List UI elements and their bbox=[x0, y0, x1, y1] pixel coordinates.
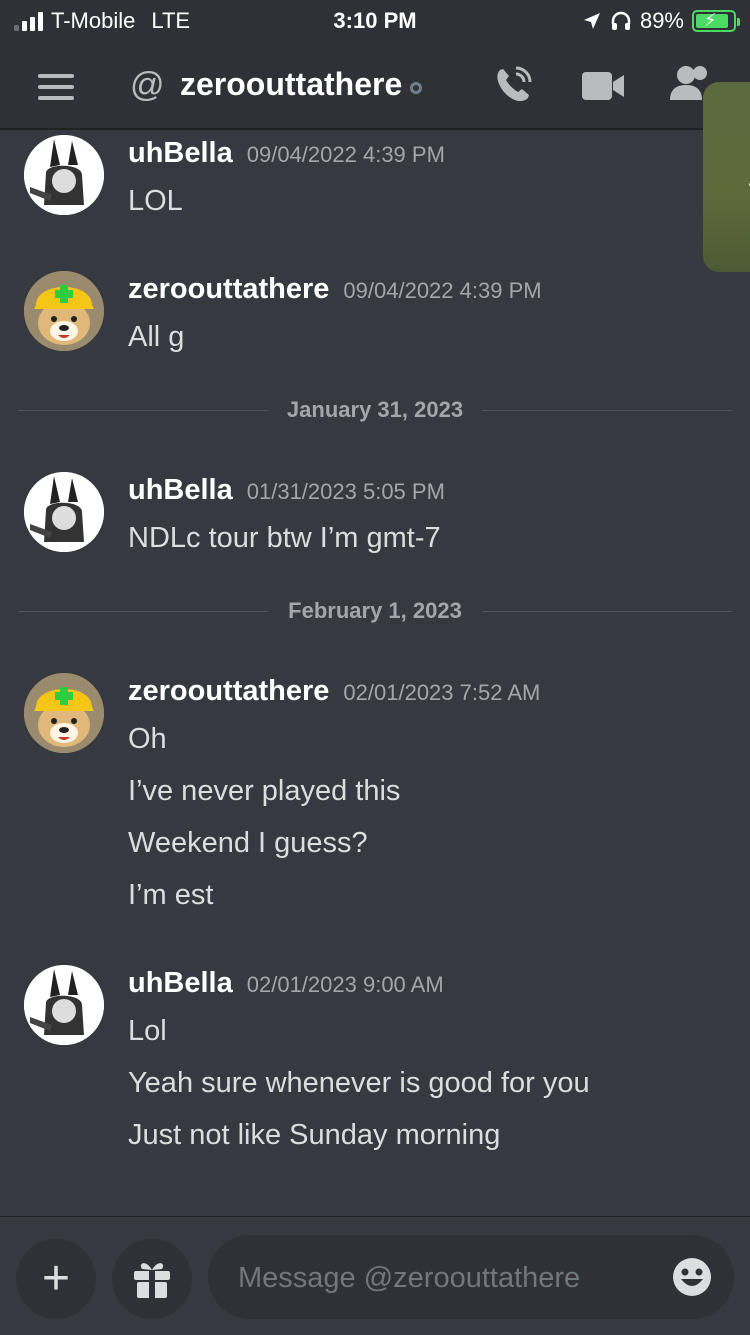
avatar[interactable] bbox=[24, 271, 104, 351]
message-author[interactable]: uhBella 02/01/2023 9:00 AM bbox=[128, 967, 444, 1000]
avatar[interactable] bbox=[24, 135, 104, 215]
date-divider: January 31, 2023 bbox=[18, 395, 732, 425]
at-icon: @ bbox=[130, 66, 165, 104]
message-text: Weekend I guess? bbox=[128, 827, 368, 859]
message-text: NDLc tour btw I’m gmt-7 bbox=[128, 522, 441, 554]
message-group: uhBella 02/01/2023 9:00 AM Lol Yeah sure … bbox=[0, 965, 700, 1165]
video-icon[interactable] bbox=[582, 72, 624, 100]
message-group: zeroouttathere 02/01/2023 7:52 AM Oh I’ve… bbox=[0, 673, 700, 923]
status-bar: T-Mobile LTE 3:10 PM 89% ⚡ bbox=[0, 0, 750, 44]
battery-icon: ⚡ bbox=[692, 10, 740, 32]
battery-percent: 89% bbox=[639, 8, 684, 33]
message-text: LOL bbox=[128, 185, 183, 217]
location-icon bbox=[583, 13, 600, 29]
message-text: All g bbox=[128, 321, 185, 353]
message-group: uhBella 09/04/2022 4:39 PM LOL bbox=[0, 135, 700, 245]
call-icon[interactable] bbox=[492, 64, 534, 106]
date-divider: February 1, 2023 bbox=[18, 596, 732, 626]
message-author[interactable]: uhBella 01/31/2023 5:05 PM bbox=[128, 474, 445, 507]
channel-header: @ zeroouttathere bbox=[0, 44, 750, 130]
message-timestamp: 02/01/2023 9:00 AM bbox=[246, 972, 444, 997]
message-text: Oh bbox=[128, 723, 167, 755]
plus-icon: + bbox=[41, 1252, 71, 1305]
presence-status-icon bbox=[410, 82, 422, 94]
message-timestamp: 09/04/2022 4:39 PM bbox=[343, 278, 542, 303]
menu-icon[interactable] bbox=[38, 74, 74, 100]
message-timestamp: 02/01/2023 7:52 AM bbox=[343, 680, 541, 705]
message-text: I’m est bbox=[128, 879, 214, 911]
message-list[interactable]: uhBella 09/04/2022 4:39 PM LOL zeroouttat… bbox=[0, 130, 750, 1216]
message-author[interactable]: uhBella 09/04/2022 4:39 PM bbox=[128, 137, 445, 170]
message-text: Lol bbox=[128, 1015, 167, 1047]
message-author[interactable]: zeroouttathere 09/04/2022 4:39 PM bbox=[128, 273, 542, 306]
emoji-icon[interactable] bbox=[672, 1257, 712, 1297]
gift-icon bbox=[134, 1263, 170, 1298]
avatar[interactable] bbox=[24, 965, 104, 1045]
gift-button[interactable] bbox=[112, 1239, 192, 1319]
channel-title: zeroouttathere bbox=[180, 66, 403, 102]
message-composer: + bbox=[0, 1216, 750, 1335]
avatar[interactable] bbox=[24, 472, 104, 552]
message-input-container[interactable] bbox=[208, 1235, 734, 1319]
message-text: Yeah sure whenever is good for you bbox=[128, 1067, 590, 1099]
message-group: uhBella 01/31/2023 5:05 PM NDLc tour btw … bbox=[0, 472, 700, 582]
message-timestamp: 01/31/2023 5:05 PM bbox=[246, 479, 445, 504]
add-attachment-button[interactable]: + bbox=[16, 1239, 96, 1319]
message-author[interactable]: zeroouttathere 02/01/2023 7:52 AM bbox=[128, 675, 540, 708]
message-group: zeroouttathere 09/04/2022 4:39 PM All g bbox=[0, 271, 700, 381]
message-timestamp: 09/04/2022 4:39 PM bbox=[246, 142, 445, 167]
message-text: I’ve never played this bbox=[128, 775, 401, 807]
avatar[interactable] bbox=[24, 673, 104, 753]
headphones-icon bbox=[611, 11, 631, 30]
message-text: Just not like Sunday morning bbox=[128, 1119, 501, 1151]
message-input[interactable] bbox=[236, 1255, 660, 1301]
